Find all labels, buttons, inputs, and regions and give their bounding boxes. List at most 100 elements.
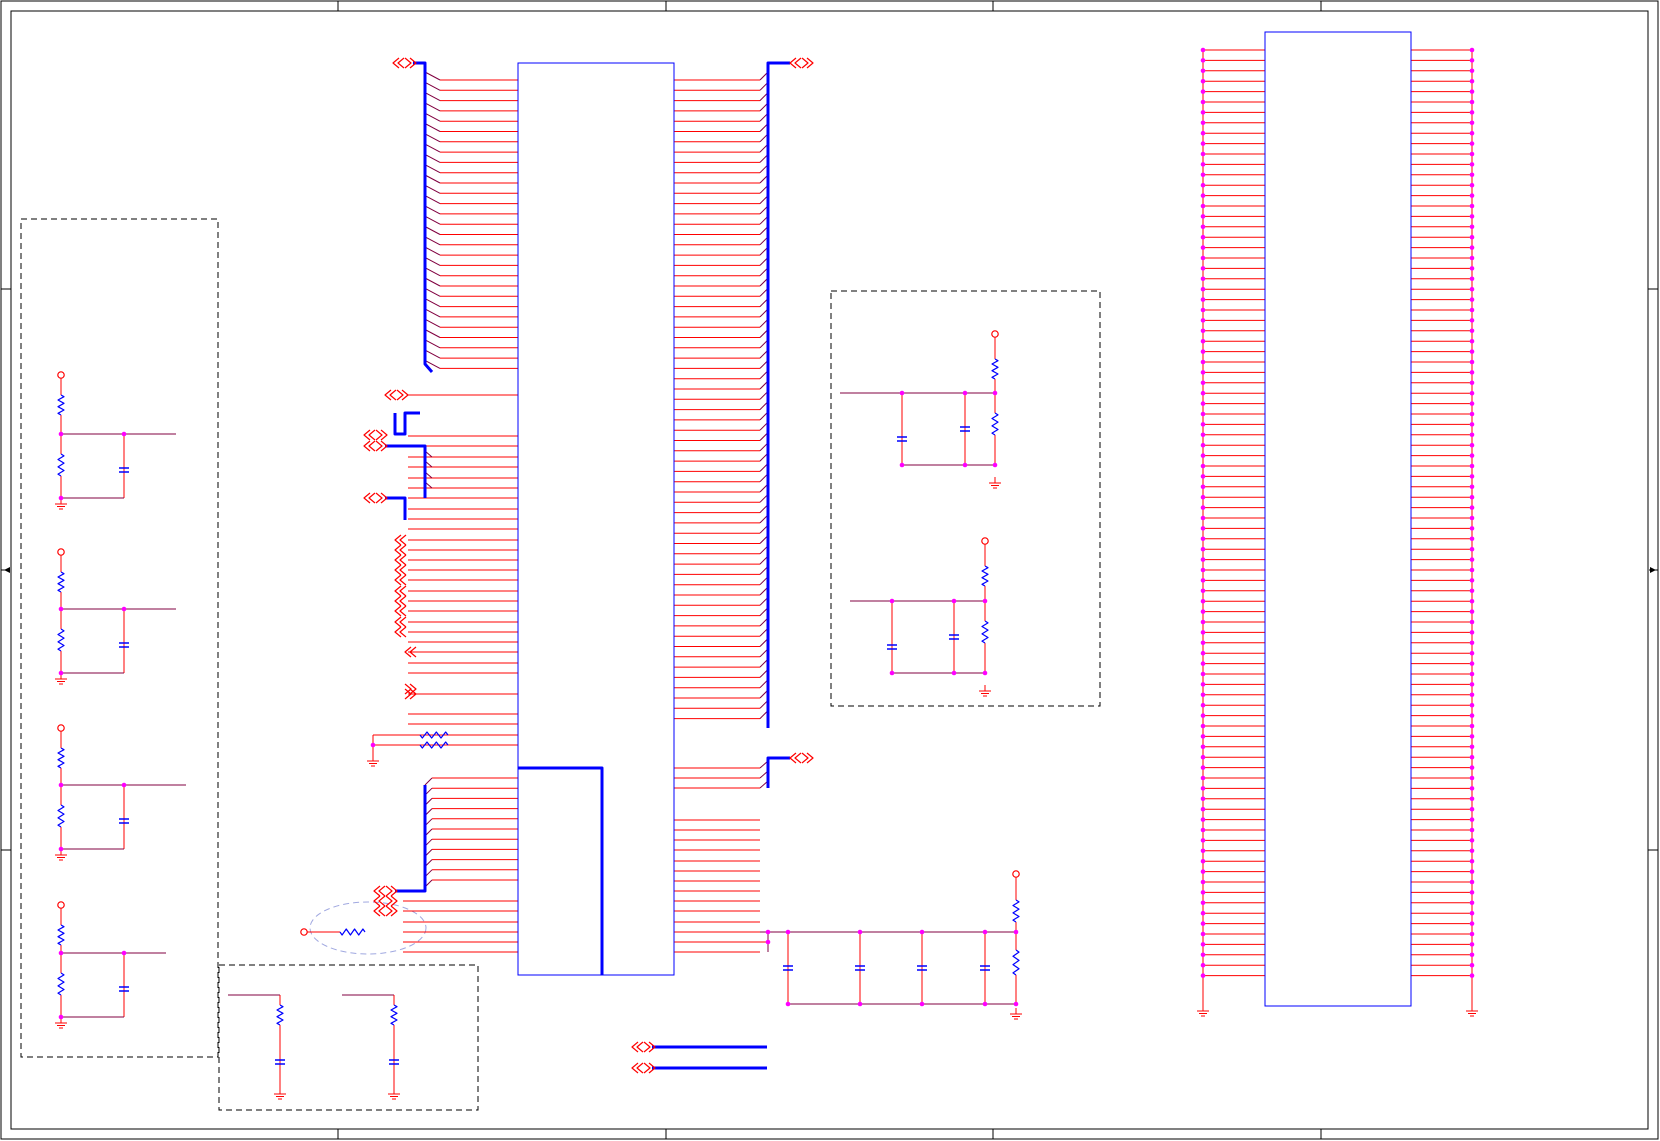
left-bus-b [393, 411, 420, 436]
junction-dot [1200, 515, 1206, 521]
left-bus-a [413, 61, 434, 373]
resistor-icon [57, 924, 65, 946]
bus-entry [424, 329, 441, 338]
junction-dot [1469, 598, 1475, 604]
double-chevron-port-icon [394, 564, 407, 576]
resistor-zigzag [276, 1004, 284, 1026]
double-chevron-port-icon [394, 544, 407, 556]
junction-dot [1200, 910, 1206, 916]
junction-dot [1200, 973, 1206, 978]
junction-dot [1469, 557, 1475, 562]
port-chevron [375, 440, 383, 452]
junction-dot [1200, 567, 1206, 573]
junction-dot [1200, 203, 1206, 209]
bus-entry [424, 339, 441, 349]
bus-entry [424, 256, 441, 266]
junction-dot [1469, 172, 1475, 178]
arrow-head [1650, 567, 1656, 573]
port-chevron [399, 564, 407, 576]
junction-dot [1469, 910, 1475, 916]
junction-dot [1469, 494, 1475, 500]
outer-border [0, 0, 1659, 1140]
junction-dot [1200, 359, 1206, 365]
resistor-zigzag [57, 394, 65, 416]
junction-dot [1200, 255, 1206, 261]
port-chevron [375, 492, 383, 504]
junction-dot [1469, 411, 1475, 417]
junction-dot [1200, 526, 1206, 531]
resistor-zigzag [57, 453, 65, 477]
junction-dot [1469, 182, 1475, 188]
resistor-icon [390, 1004, 398, 1026]
junction-dot [1200, 494, 1206, 500]
junction-dot [1469, 474, 1475, 479]
resistor-icon [419, 741, 449, 749]
junction-dot [1200, 442, 1206, 448]
bus-entry [424, 102, 441, 112]
ground-symbol-icon [979, 685, 991, 697]
resistor-icon [419, 731, 449, 739]
junction-dot [1200, 286, 1206, 292]
junction-dot [1200, 234, 1206, 240]
resistor-zigzag [981, 620, 989, 644]
resistor-zigzag [57, 924, 65, 946]
junction-dot [1200, 713, 1206, 718]
junction-dot [889, 598, 895, 604]
junction-dot [1200, 942, 1206, 947]
junction-dot [1469, 78, 1475, 84]
port-chevron [794, 752, 802, 764]
ground-symbol-icon [388, 1088, 400, 1100]
bus-entry [424, 277, 441, 287]
junction-dot [1200, 307, 1206, 313]
junction-dot [1469, 120, 1475, 126]
junction-dot [1469, 380, 1475, 386]
port-chevron [399, 554, 407, 566]
junction-dot [1469, 786, 1475, 791]
junction-dot [1469, 484, 1475, 490]
junction-dot [1469, 526, 1475, 531]
junction-dot [121, 950, 127, 956]
junction-dot [58, 950, 64, 956]
resistor-icon [57, 394, 65, 416]
bus-entry [424, 349, 441, 359]
bus-entry [424, 215, 441, 225]
junction-dot [1200, 536, 1206, 542]
port-chevron [378, 885, 386, 897]
bus-entry [424, 112, 441, 122]
connector-body [1264, 31, 1412, 1007]
junction-dot [1469, 432, 1475, 438]
annotation-ellipse [309, 901, 427, 955]
junction-dot [992, 462, 998, 468]
double-chevron-port-icon [384, 389, 409, 401]
port-chevron [399, 605, 407, 617]
junction-dot [58, 431, 64, 437]
junction-dot [58, 495, 64, 501]
junction-dot [1200, 619, 1206, 625]
double-chevron-port-icon [394, 595, 407, 607]
junction-dot [1200, 484, 1206, 490]
resistor-zigzag [981, 565, 989, 587]
junction-dot [121, 606, 127, 612]
junction-dot [1200, 650, 1206, 656]
resistor-icon [1012, 949, 1020, 976]
resistor-zigzag [57, 972, 65, 996]
resistor-icon [339, 928, 366, 936]
port-chevron [389, 389, 397, 401]
junction-dot [1200, 838, 1206, 843]
junction-dot [765, 929, 771, 935]
power-circle-icon [57, 548, 65, 556]
junction-dot [1013, 1001, 1019, 1007]
junction-dot [58, 782, 64, 788]
junction-dot [1200, 817, 1206, 822]
bus-entry [424, 318, 441, 328]
junction-dot [1200, 89, 1206, 94]
double-chevron-port-icon [394, 605, 407, 617]
junction-dot [1469, 276, 1475, 282]
junction-dot [1200, 796, 1206, 802]
double-chevron-port-icon [392, 57, 417, 69]
port-chevron [399, 585, 407, 597]
junction-dot [1469, 796, 1475, 802]
junction-dot [1469, 942, 1475, 947]
junction-dot [1469, 630, 1475, 635]
junction-dot [58, 606, 64, 612]
